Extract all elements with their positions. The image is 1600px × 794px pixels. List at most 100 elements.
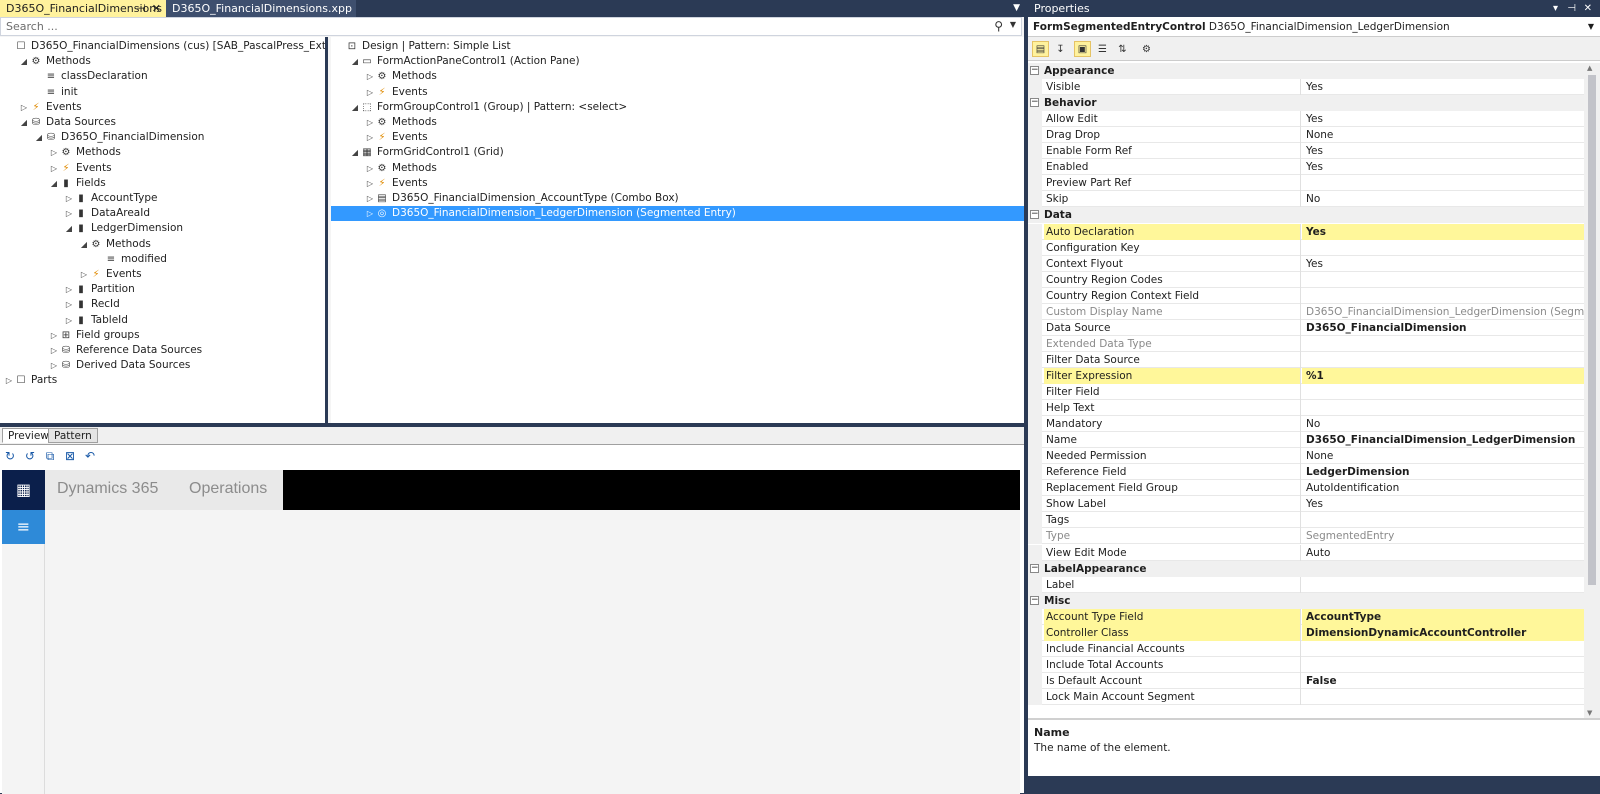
property-row[interactable]: Custom Display Name D365O_FinancialDimens… <box>1028 303 1584 320</box>
property-value[interactable]: D365O_FinancialDimension_LedgerDimension <box>1302 432 1584 448</box>
property-value[interactable] <box>1302 577 1584 593</box>
dropdown-icon[interactable]: ▾ <box>1553 0 1558 17</box>
refresh-alt-icon[interactable]: ↺ <box>22 448 38 464</box>
tree-item[interactable]: ▷ ⊞ Field groups <box>49 328 140 343</box>
tab-preview[interactable]: Preview <box>2 428 55 443</box>
property-category[interactable]: − Appearance <box>1028 63 1584 79</box>
tree-item[interactable]: ▷ ⚙ Methods <box>49 145 121 160</box>
collapse-icon[interactable]: − <box>1030 595 1039 605</box>
tab-financial-dimensions[interactable]: D365O_FinancialDimensions ⊣ ✕ <box>0 0 166 17</box>
tree-item[interactable]: ◢ ⬚ FormGroupControl1 (Group) | Pattern: <… <box>350 100 627 115</box>
events-icon[interactable]: ☰ <box>1094 41 1111 57</box>
tree-item[interactable]: ☐ D365O_FinancialDimensions (cus) [SAB_Pa… <box>4 39 325 54</box>
collapsed-icon[interactable]: ▷ <box>365 176 375 191</box>
tree-item[interactable]: ▷ ▮ AccountType <box>64 191 158 206</box>
collapsed-icon[interactable]: ▷ <box>79 267 89 282</box>
collapsed-icon[interactable]: ▷ <box>64 297 74 312</box>
collapsed-icon[interactable]: ▷ <box>19 100 29 115</box>
property-row[interactable]: Enabled Yes <box>1028 159 1584 176</box>
property-value[interactable]: %1 <box>1302 367 1584 384</box>
object-selector[interactable]: FormSegmentedEntryControl D365O_Financia… <box>1028 17 1600 37</box>
property-value[interactable] <box>1302 288 1584 304</box>
tree-item[interactable]: ◢ ⛁ Data Sources <box>19 115 116 130</box>
property-row[interactable]: Include Financial Accounts <box>1028 640 1584 657</box>
tree-item[interactable]: ◢ ▭ FormActionPaneControl1 (Action Pane) <box>350 54 580 69</box>
collapsed-icon[interactable]: ▷ <box>4 373 14 388</box>
scrollbar[interactable]: ▲ ▼ <box>1584 63 1600 718</box>
property-row[interactable]: Skip No <box>1028 191 1584 208</box>
close-icon[interactable]: ✕ <box>152 0 161 17</box>
tree-item[interactable]: ▷ ⚡ Events <box>365 130 428 145</box>
tree-item[interactable]: ▷ ☐ Parts <box>4 373 57 388</box>
tab-pattern[interactable]: Pattern <box>48 428 98 443</box>
scroll-up-icon[interactable]: ▲ <box>1587 64 1592 72</box>
tree-item[interactable]: ▷ ⚡ Events <box>79 267 142 282</box>
tree-item[interactable]: ▷ ⚡ Events <box>49 161 112 176</box>
tab-financial-dimensions-xpp[interactable]: D365O_FinancialDimensions.xpp <box>166 0 356 17</box>
collapsed-icon[interactable]: ▷ <box>64 282 74 297</box>
tree-item[interactable]: ▷ ⚙ Methods <box>365 69 437 84</box>
collapsed-icon[interactable]: ▷ <box>365 206 375 221</box>
property-row[interactable]: Help Text <box>1028 400 1584 417</box>
property-value[interactable]: SegmentedEntry <box>1302 528 1584 544</box>
property-row[interactable]: Account Type Field AccountType <box>1028 608 1584 625</box>
tree-item[interactable]: ◢ ▮ LedgerDimension <box>64 221 183 236</box>
property-value[interactable] <box>1302 512 1584 528</box>
expanded-icon[interactable]: ◢ <box>79 237 89 252</box>
tree-item[interactable]: ≡ modified <box>94 252 167 267</box>
sort-icon[interactable]: ⇅ <box>1114 41 1131 57</box>
tree-item[interactable]: ≡ classDeclaration <box>34 69 148 84</box>
property-value[interactable] <box>1302 352 1584 368</box>
property-pages-icon[interactable]: ⚙ <box>1138 41 1155 57</box>
tree-item[interactable]: ▷ ▤ D365O_FinancialDimension_AccountType (… <box>365 191 679 206</box>
property-value[interactable]: Yes <box>1302 159 1584 175</box>
property-row[interactable]: Lock Main Account Segment <box>1028 688 1584 705</box>
collapsed-icon[interactable]: ▷ <box>365 85 375 100</box>
tree-item[interactable]: ▷ ⚡ Events <box>19 100 82 115</box>
collapsed-icon[interactable]: ▷ <box>64 191 74 206</box>
scrollbar-thumb[interactable] <box>1588 75 1596 585</box>
property-value[interactable] <box>1302 689 1584 705</box>
expanded-icon[interactable]: ◢ <box>64 221 74 236</box>
property-category[interactable]: − Behavior <box>1028 95 1584 112</box>
tree-item[interactable]: ▷ ⚡ Events <box>365 85 428 100</box>
undo-icon[interactable]: ↶ <box>82 448 98 464</box>
hamburger-menu-icon[interactable]: ≡ <box>2 510 45 544</box>
tree-item[interactable]: ▷ ▮ RecId <box>64 297 120 312</box>
property-row[interactable]: Controller Class DimensionDynamicAccountC… <box>1028 624 1584 641</box>
property-row[interactable]: Enable Form Ref Yes <box>1028 143 1584 160</box>
search-input[interactable]: Search ... ⚲ ▼ <box>0 17 1022 36</box>
property-value[interactable] <box>1302 175 1584 191</box>
export-icon[interactable]: ⊠ <box>62 448 78 464</box>
property-row[interactable]: Country Region Context Field <box>1028 287 1584 304</box>
expanded-icon[interactable]: ◢ <box>350 100 360 115</box>
scroll-down-icon[interactable]: ▼ <box>1587 709 1592 717</box>
property-row[interactable]: Context Flyout Yes <box>1028 255 1584 272</box>
tree-item[interactable]: ⊡ Design | Pattern: Simple List <box>335 39 511 54</box>
property-row[interactable]: Drag Drop None <box>1028 127 1584 144</box>
expanded-icon[interactable]: ◢ <box>19 115 29 130</box>
close-icon[interactable]: ✕ <box>1584 0 1592 17</box>
property-value[interactable] <box>1302 272 1584 288</box>
property-value[interactable]: AccountType <box>1302 608 1584 625</box>
property-row[interactable]: Country Region Codes <box>1028 271 1584 288</box>
property-row[interactable]: Label <box>1028 576 1584 593</box>
expanded-icon[interactable]: ◢ <box>350 145 360 160</box>
tree-item[interactable]: ▷ ⚙ Methods <box>365 115 437 130</box>
collapsed-icon[interactable]: ▷ <box>365 161 375 176</box>
property-value[interactable]: None <box>1302 127 1584 143</box>
property-value[interactable]: Yes <box>1302 496 1584 512</box>
property-row[interactable]: Tags <box>1028 512 1584 529</box>
chevron-down-icon[interactable]: ▼ <box>1588 17 1594 37</box>
pin-icon[interactable]: ⊣ <box>1567 0 1576 17</box>
tree-item[interactable]: ◢ ⛁ D365O_FinancialDimension <box>34 130 205 145</box>
property-row[interactable]: Replacement Field Group AutoIdentificatio… <box>1028 480 1584 497</box>
property-value[interactable]: Yes <box>1302 256 1584 272</box>
property-value[interactable]: AutoIdentification <box>1302 480 1584 496</box>
alphabetical-icon[interactable]: ↧ <box>1052 41 1069 57</box>
property-row[interactable]: Reference Field LedgerDimension <box>1028 464 1584 481</box>
property-row[interactable]: Auto Declaration Yes <box>1028 223 1584 240</box>
collapsed-icon[interactable]: ▷ <box>49 145 59 160</box>
collapsed-icon[interactable]: ▷ <box>49 358 59 373</box>
property-category[interactable]: − Misc <box>1028 592 1584 609</box>
